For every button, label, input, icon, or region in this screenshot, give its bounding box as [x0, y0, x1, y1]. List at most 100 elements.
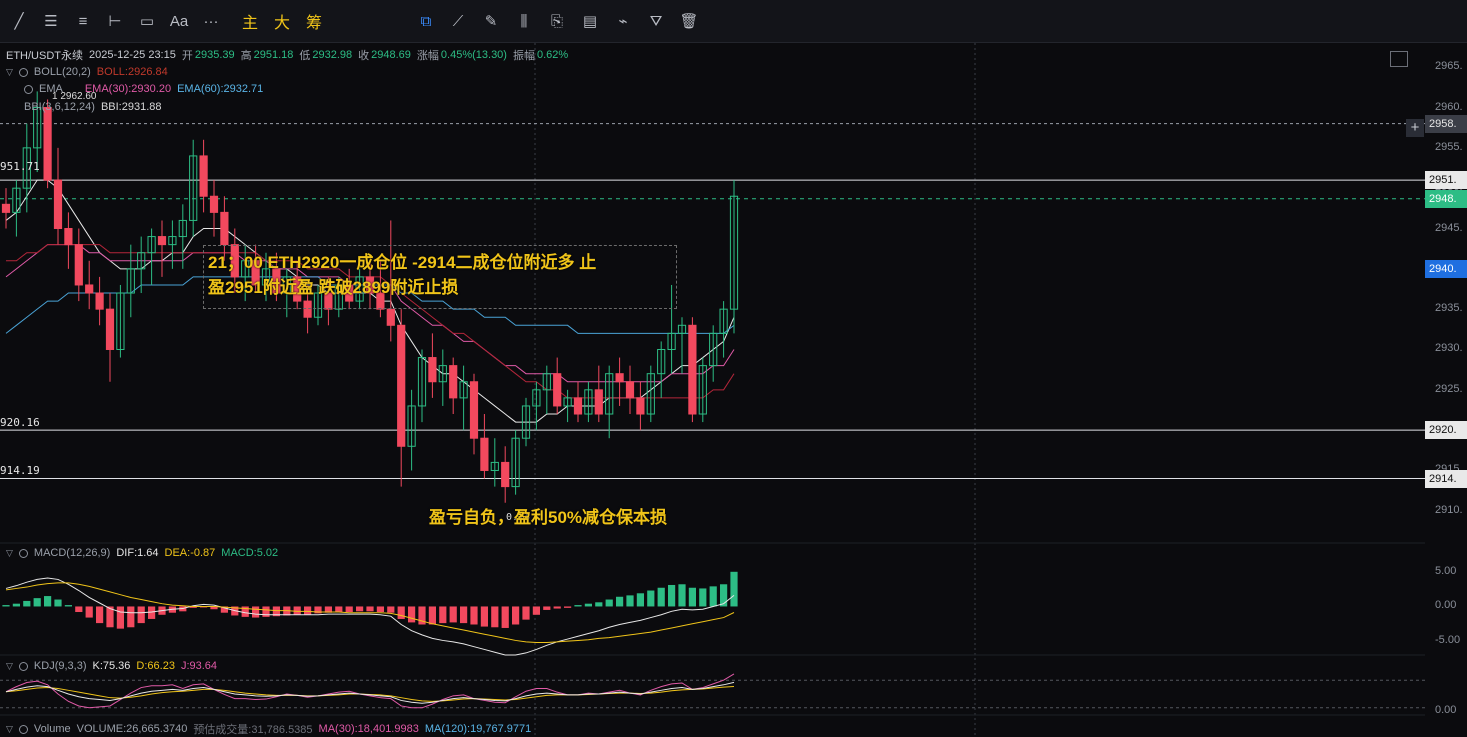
- screenshot-icon[interactable]: ⧉: [412, 8, 440, 34]
- template-icon[interactable]: ⎘: [543, 8, 571, 34]
- kdj-legend[interactable]: ▽ KDJ(9,3,3) K:75.36 D:66.23 J:93.64: [6, 660, 217, 672]
- macd-bar: [345, 606, 353, 613]
- horizontal-ray-icon[interactable]: ⊢: [100, 8, 130, 34]
- candle-body: [636, 397, 645, 415]
- macd-legend[interactable]: ▽ MACD(12,26,9) DIF:1.64 DEA:-0.87 MACD:…: [6, 547, 278, 559]
- more-icon[interactable]: ···: [196, 8, 226, 34]
- macd-bar: [636, 593, 644, 607]
- trendline-icon[interactable]: ╱: [4, 8, 34, 34]
- collapse-chevron-icon[interactable]: ▽: [6, 548, 13, 559]
- open-label: 开: [181, 50, 193, 62]
- left-price-label: 920.16: [0, 416, 40, 429]
- low-label: 低: [299, 50, 311, 62]
- rectangle-icon[interactable]: ▭: [132, 8, 162, 34]
- brush-icon[interactable]: ⌁: [609, 8, 637, 34]
- macd-bar: [512, 606, 520, 625]
- visibility-eye-icon[interactable]: [18, 661, 28, 671]
- indicator-toggle-2[interactable]: 大: [268, 8, 296, 34]
- macd-axis-label: 5.00: [1435, 564, 1457, 577]
- macd-bar: [595, 602, 603, 607]
- price-tag[interactable]: 2958.: [1425, 114, 1467, 133]
- macd-bar: [2, 605, 10, 607]
- candle-body: [157, 236, 167, 246]
- macd-bar: [252, 606, 260, 618]
- filter-icon[interactable]: ⛛: [642, 8, 670, 34]
- bar-datetime: 2025-12-25 23:15: [89, 49, 176, 61]
- visibility-eye-icon[interactable]: [24, 84, 33, 94]
- price-axis-label: 2925.: [1435, 382, 1463, 395]
- kdj-name: KDJ(9,3,3): [33, 660, 87, 672]
- kdj-axis-label: 0.00: [1435, 704, 1457, 716]
- annotation-line-2: 盈2951附近盈 跌破2899附近止损: [208, 278, 459, 297]
- macd-bar: [668, 584, 676, 607]
- chart-svg[interactable]: [0, 43, 1467, 737]
- macd-bar: [522, 606, 530, 620]
- macd-bar: [709, 586, 717, 607]
- d-value: D:66.23: [136, 660, 175, 672]
- fullscreen-icon[interactable]: [1390, 51, 1408, 67]
- bbi-name: BBI(3,6,12,24): [24, 101, 95, 113]
- text-icon[interactable]: Aa: [164, 8, 194, 34]
- macd-bar: [605, 599, 613, 607]
- parallel-lines-icon[interactable]: ≡: [68, 8, 98, 34]
- macd-bar: [356, 606, 364, 612]
- macd-bar: [626, 595, 634, 607]
- price-tag[interactable]: 2914.: [1425, 469, 1467, 488]
- boll-name: BOLL(20,2): [33, 66, 91, 78]
- forecast-volume: 预估成交量:31,786.5385: [193, 724, 313, 736]
- visibility-eye-icon[interactable]: [18, 548, 28, 558]
- crosshair-price-tag[interactable]: 2940.: [1425, 259, 1467, 278]
- ma30-volume: MA(30):18,401.9983: [318, 723, 419, 735]
- price-tag[interactable]: 2951.: [1425, 171, 1467, 190]
- current-price-tag[interactable]: 2948.: [1425, 189, 1467, 208]
- macd-bar: [397, 606, 405, 619]
- macd-bar: [96, 606, 104, 624]
- candle-body: [43, 107, 52, 181]
- macd-bar: [116, 606, 124, 629]
- collapse-chevron-icon[interactable]: ▽: [6, 67, 13, 78]
- macd-bar: [460, 606, 468, 624]
- candle-body: [449, 365, 458, 399]
- boll-legend[interactable]: ▽ BOLL(20,2) BOLL:2926.84: [6, 66, 168, 78]
- candle-settings-icon[interactable]: ⫼: [510, 8, 538, 34]
- pencil-icon[interactable]: ✎: [477, 8, 505, 34]
- macd-value: MACD:5.02: [221, 547, 279, 559]
- visibility-eye-icon[interactable]: [18, 67, 28, 77]
- candle-body: [209, 195, 219, 213]
- macd-bar: [304, 606, 312, 615]
- macd-bar: [543, 606, 551, 610]
- candle-body: [386, 308, 395, 326]
- macd-bar: [491, 606, 499, 628]
- macd-bar: [137, 606, 145, 624]
- macd-bar: [616, 596, 624, 607]
- ruler-icon[interactable]: ⟋: [444, 8, 472, 34]
- candle-body: [1, 203, 11, 213]
- candle-body: [105, 308, 115, 350]
- add-alert-plus-icon[interactable]: +: [1406, 119, 1424, 137]
- macd-axis-label: 0.00: [1435, 599, 1457, 612]
- macd-bar: [730, 571, 738, 607]
- indicator-toggle-1[interactable]: 主: [236, 8, 264, 34]
- collapse-chevron-icon[interactable]: ▽: [6, 661, 13, 672]
- macd-bar: [647, 590, 655, 607]
- collapse-chevron-icon[interactable]: ▽: [6, 724, 13, 735]
- note-icon[interactable]: ▤: [576, 8, 604, 34]
- chart-area[interactable]: ETH/USDT永续 2025-12-25 23:15 开 2935.39 高 29…: [0, 43, 1467, 737]
- trash-icon[interactable]: 🗑: [675, 8, 703, 34]
- macd-bar: [574, 605, 582, 607]
- macd-bar: [553, 606, 561, 609]
- horizontal-lines-icon[interactable]: ☰: [36, 8, 66, 34]
- amplitude-label: 振幅: [512, 50, 535, 62]
- price-axis-label: 2930.: [1435, 342, 1463, 355]
- bbi-legend[interactable]: BBI(3,6,12,24) BBI:2931.88: [24, 101, 162, 113]
- indicator-toggle-3[interactable]: 筹: [300, 8, 328, 34]
- change-value: 0.45%(13.30): [440, 49, 507, 61]
- macd-bar: [439, 606, 447, 624]
- volume-legend[interactable]: ▽ Volume VOLUME:26,665.3740 预估成交量:31,786…: [6, 721, 531, 737]
- visibility-eye-icon[interactable]: [18, 724, 28, 734]
- macd-bar: [678, 584, 686, 607]
- dif-line: [5, 577, 735, 656]
- price-tag[interactable]: 2920.: [1425, 421, 1467, 440]
- ema60-value: EMA(60):2932.71: [177, 83, 264, 95]
- macd-bar: [335, 606, 343, 613]
